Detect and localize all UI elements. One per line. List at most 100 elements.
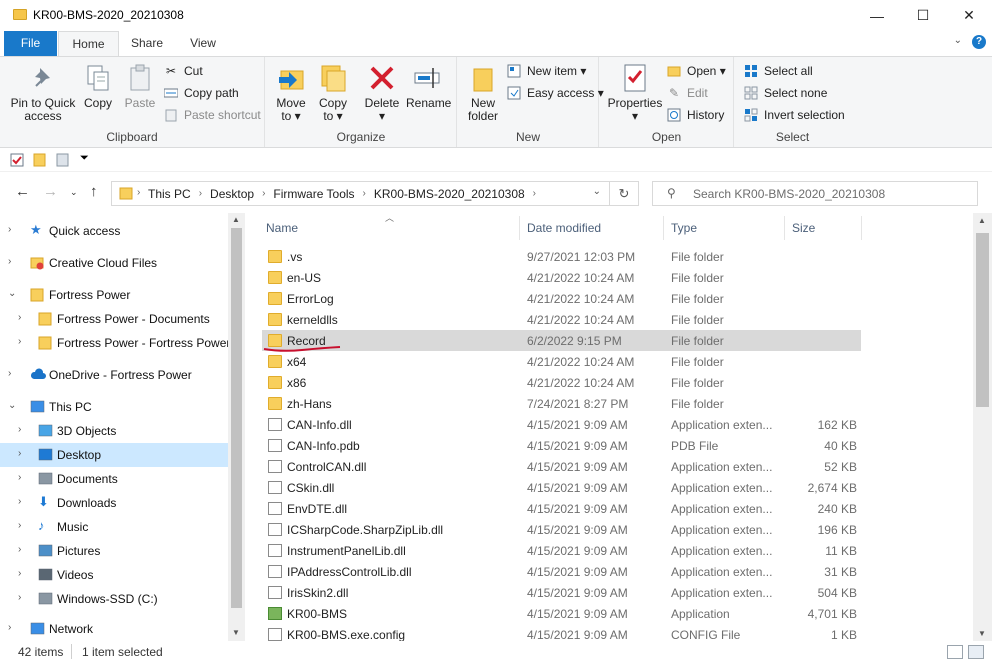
up-arrow-icon[interactable]: ↑ <box>90 183 98 200</box>
nav-item[interactable]: › Desktop <box>0 443 228 467</box>
file-row[interactable]: x86 4/21/2022 10:24 AM File folder <box>262 372 861 393</box>
tab-view[interactable]: View <box>178 31 228 56</box>
chevron-right-icon[interactable]: › <box>18 472 21 483</box>
nav-item[interactable]: › OneDrive - Fortress Power <box>0 363 228 387</box>
file-row[interactable]: InstrumentPanelLib.dll 4/15/2021 9:09 AM A… <box>262 540 861 561</box>
nav-item[interactable]: › Fortress Power - Fortress Power C <box>0 331 242 355</box>
column-header-date-modified[interactable]: Date modified <box>521 213 663 243</box>
chevron-right-icon[interactable]: › <box>533 188 536 199</box>
breadcrumb-current-folder[interactable]: KR00-BMS-2020_20210308 <box>374 187 525 201</box>
pin-to-quick-access-button[interactable]: Pin to Quick access <box>8 63 78 123</box>
chevron-right-icon[interactable]: › <box>199 188 202 199</box>
file-row[interactable]: ICSharpCode.SharpZipLib.dll 4/15/2021 9:0… <box>262 519 861 540</box>
file-list-scrollbar-thumb[interactable] <box>976 233 989 407</box>
open-button[interactable]: Open ▾ <box>666 61 726 81</box>
column-divider[interactable] <box>519 216 520 240</box>
chevron-right-icon[interactable]: › <box>8 368 11 379</box>
breadcrumb-firmware-tools[interactable]: Firmware Tools <box>273 187 354 201</box>
new-folder-button[interactable]: New folder <box>464 63 502 123</box>
nav-item[interactable]: › Creative Cloud Files <box>0 251 228 275</box>
rename-button[interactable]: Rename <box>406 63 451 110</box>
scroll-up-icon[interactable]: ▲ <box>232 215 240 224</box>
nav-item[interactable]: › ⬇ Downloads <box>0 491 228 515</box>
file-row[interactable]: ErrorLog 4/21/2022 10:24 AM File folder <box>262 288 861 309</box>
nav-item[interactable]: › Network <box>0 617 228 641</box>
chevron-right-icon[interactable]: › <box>8 256 11 267</box>
nav-item[interactable]: › Fortress Power - Documents <box>0 307 228 331</box>
chevron-down-icon[interactable]: ⌄ <box>8 400 16 411</box>
file-row[interactable]: EnvDTE.dll 4/15/2021 9:09 AM Application e… <box>262 498 861 519</box>
file-row[interactable]: .vs 9/27/2021 12:03 PM File folder <box>262 246 861 267</box>
chevron-right-icon[interactable]: › <box>262 188 265 199</box>
large-icons-view-icon[interactable] <box>968 645 984 659</box>
chevron-right-icon[interactable]: › <box>18 520 21 531</box>
column-divider[interactable] <box>784 216 785 240</box>
file-row[interactable]: CAN-Info.pdb 4/15/2021 9:09 AM PDB File 40 … <box>262 435 861 456</box>
nav-item[interactable]: ⌄ This PC <box>0 395 228 419</box>
edit-button[interactable]: ✎ Edit <box>666 83 708 103</box>
file-row[interactable]: CAN-Info.dll 4/15/2021 9:09 AM Application… <box>262 414 861 435</box>
tab-file[interactable]: File <box>4 31 57 56</box>
select-none-button[interactable]: Select none <box>743 83 827 103</box>
move-to-button[interactable]: Move to ▾ <box>272 63 310 123</box>
file-row[interactable]: x64 4/21/2022 10:24 AM File folder <box>262 351 861 372</box>
chevron-right-icon[interactable]: › <box>363 188 366 199</box>
chevron-right-icon[interactable]: › <box>18 312 21 323</box>
chevron-right-icon[interactable]: › <box>8 224 11 235</box>
paste-shortcut-button[interactable]: Paste shortcut <box>163 105 261 125</box>
column-header-name[interactable]: Name <box>260 213 519 243</box>
nav-item[interactable]: › ♪ Music <box>0 515 228 539</box>
nav-item[interactable]: › Windows-SSD (C:) <box>0 587 228 611</box>
file-row[interactable]: zh-Hans 7/24/2021 8:27 PM File folder <box>262 393 861 414</box>
file-row[interactable]: KR00-BMS.exe.config 4/15/2021 9:09 AM CONF… <box>262 624 861 641</box>
help-icon[interactable]: ? <box>972 35 986 49</box>
expand-ribbon-icon[interactable]: ⌄ <box>954 35 962 49</box>
close-button[interactable]: ✕ <box>946 0 992 31</box>
column-header-size[interactable]: Size <box>786 213 861 243</box>
copy-to-button[interactable]: Copy to ▾ <box>314 63 352 123</box>
details-view-icon[interactable] <box>947 645 963 659</box>
tab-share[interactable]: Share <box>122 31 172 56</box>
delete-button[interactable]: Delete ▾ <box>362 63 402 123</box>
file-row[interactable]: IrisSkin2.dll 4/15/2021 9:09 AM Applicatio… <box>262 582 861 603</box>
scroll-up-icon[interactable]: ▲ <box>978 216 986 225</box>
chevron-right-icon[interactable]: › <box>18 496 21 507</box>
file-row[interactable]: ControlCAN.dll 4/15/2021 9:09 AM Applicati… <box>262 456 861 477</box>
chevron-right-icon[interactable]: › <box>18 424 21 435</box>
nav-item[interactable]: › Pictures <box>0 539 228 563</box>
nav-item[interactable]: › Documents <box>0 467 228 491</box>
chevron-right-icon[interactable]: › <box>18 336 21 347</box>
layout-icon[interactable] <box>56 153 69 170</box>
breadcrumb-desktop[interactable]: Desktop <box>210 187 254 201</box>
file-row[interactable]: en-US 4/21/2022 10:24 AM File folder <box>262 267 861 288</box>
new-folder-small-icon[interactable] <box>33 153 46 170</box>
address-dropdown-icon[interactable]: ⌄ <box>593 186 601 197</box>
column-divider[interactable] <box>663 216 664 240</box>
file-row[interactable]: IPAddressControlLib.dll 4/15/2021 9:09 AM… <box>262 561 861 582</box>
file-row[interactable]: Record 6/2/2022 9:15 PM File folder <box>262 330 861 351</box>
address-bar[interactable]: › This PC › Desktop › Firmware Tools › K… <box>111 181 610 206</box>
breadcrumb-this-pc[interactable]: This PC <box>148 187 191 201</box>
scroll-down-icon[interactable]: ▼ <box>232 628 240 637</box>
file-row[interactable]: KR00-BMS 4/15/2021 9:09 AM Application 4,70… <box>262 603 861 624</box>
nav-item[interactable]: › Videos <box>0 563 228 587</box>
chevron-right-icon[interactable]: › <box>18 592 21 603</box>
new-item-button[interactable]: New item ▾ <box>506 61 586 81</box>
nav-item[interactable]: ⌄ Fortress Power <box>0 283 228 307</box>
nav-scrollbar-thumb[interactable] <box>231 228 242 608</box>
copy-path-button[interactable]: Copy path <box>163 83 239 103</box>
recent-locations-icon[interactable]: ⌄ <box>70 187 78 198</box>
scroll-down-icon[interactable]: ▼ <box>978 629 986 638</box>
column-divider[interactable] <box>861 216 862 240</box>
chevron-right-icon[interactable]: › <box>18 568 21 579</box>
back-arrow-icon[interactable]: ← <box>15 183 30 200</box>
search-input[interactable]: ⚲ Search KR00-BMS-2020_20210308 <box>652 181 978 206</box>
paste-button[interactable]: Paste <box>120 63 160 110</box>
nav-item[interactable]: › 3D Objects <box>0 419 228 443</box>
properties-button[interactable]: Properties ▾ <box>606 63 664 123</box>
cut-button[interactable]: ✂ Cut <box>163 61 203 81</box>
maximize-button[interactable]: ☐ <box>900 0 946 31</box>
nav-item[interactable]: › ★ Quick access <box>0 219 228 243</box>
chevron-right-icon[interactable]: › <box>8 622 11 633</box>
copy-button[interactable]: Copy <box>80 63 116 110</box>
